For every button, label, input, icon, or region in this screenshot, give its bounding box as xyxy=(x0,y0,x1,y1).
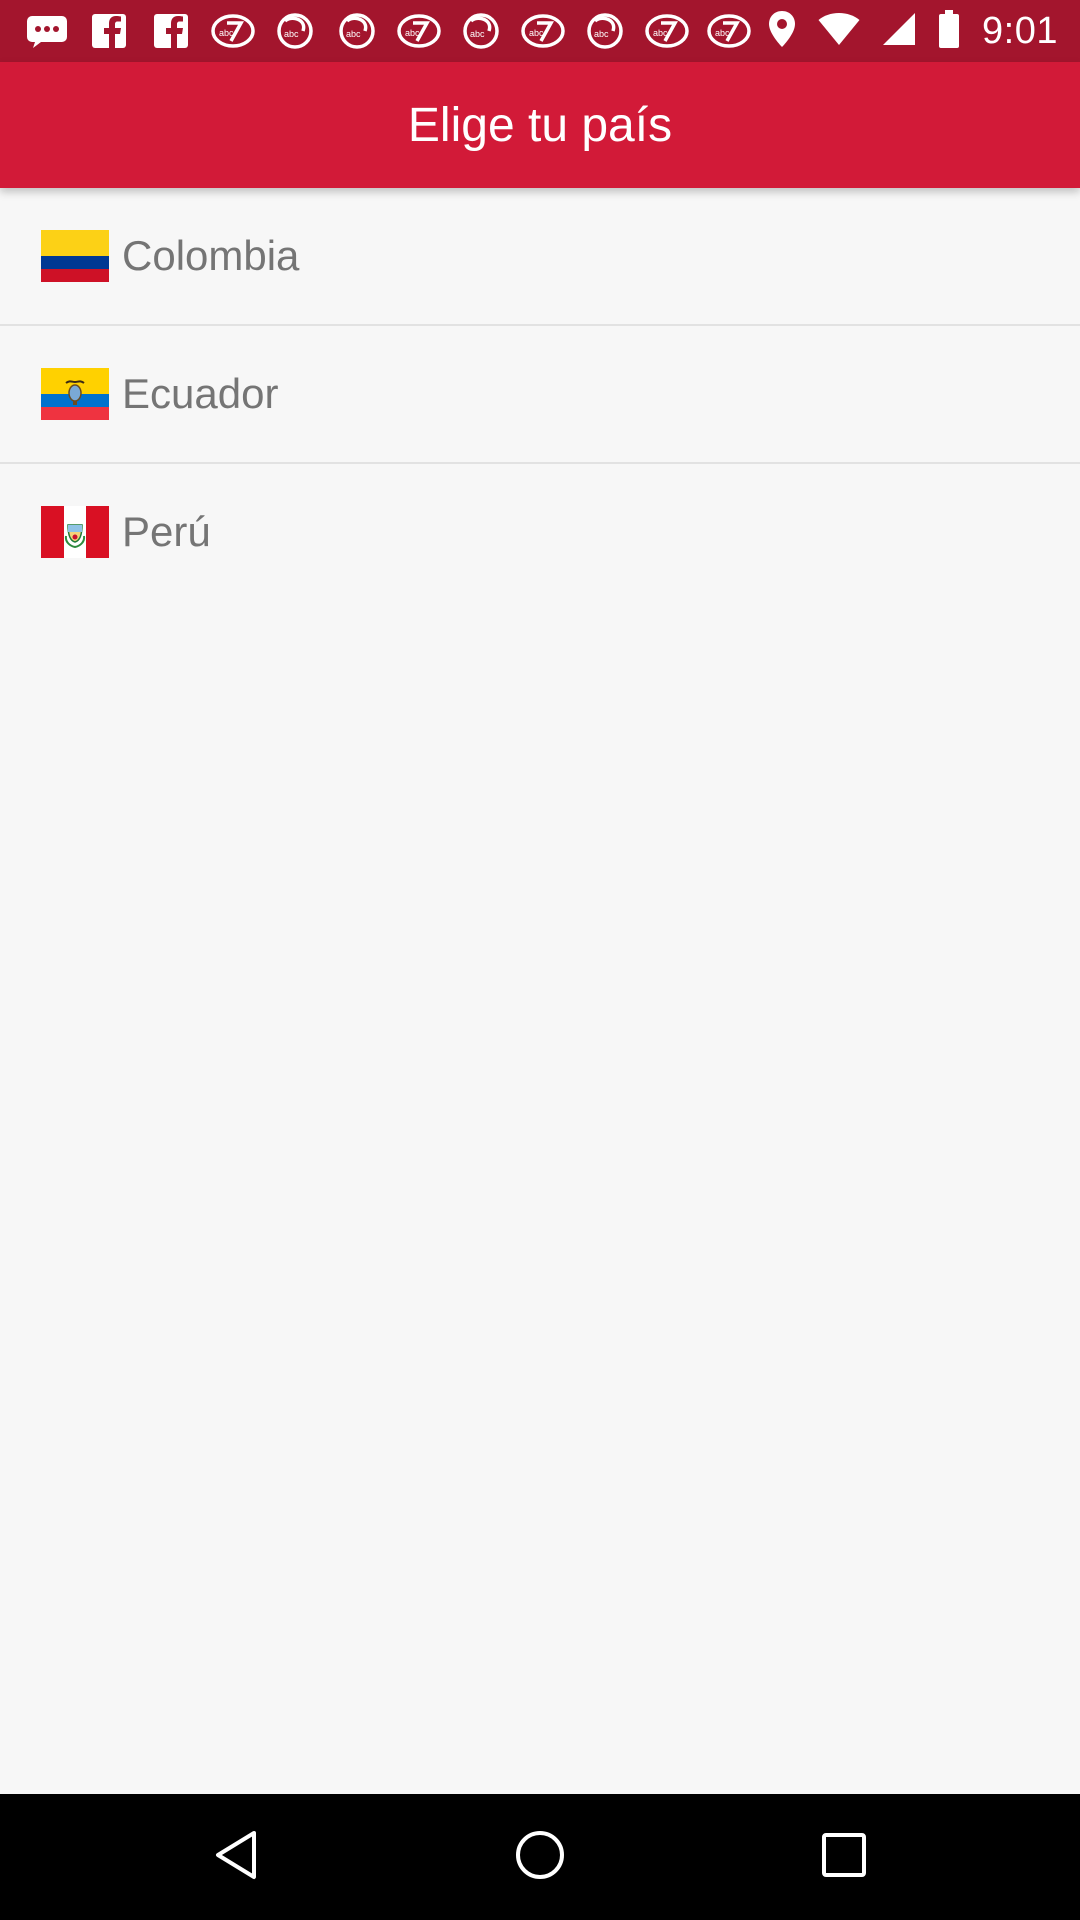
svg-text:abc: abc xyxy=(346,29,361,39)
abc7-icon: abc xyxy=(706,8,752,54)
notification-icons: abc abc abc abc abc abc abc abc abc xyxy=(24,0,752,62)
home-button[interactable] xyxy=(480,1794,600,1920)
recents-button[interactable] xyxy=(784,1794,904,1920)
peru-flag-icon xyxy=(41,506,109,558)
abc7-icon: abc xyxy=(582,8,628,54)
location-icon xyxy=(768,10,796,53)
back-button[interactable] xyxy=(176,1794,296,1920)
recents-icon xyxy=(821,1832,867,1883)
country-list: Colombia Ecuador Perú xyxy=(0,188,1080,600)
navigation-bar xyxy=(0,1794,1080,1920)
battery-icon xyxy=(938,9,960,53)
page-title: Elige tu país xyxy=(407,98,673,152)
back-icon xyxy=(212,1829,260,1886)
svg-text:abc: abc xyxy=(284,29,299,39)
status-bar: abc abc abc abc abc abc abc abc abc 9:01 xyxy=(0,0,1080,62)
abc7-icon: abc xyxy=(644,8,690,54)
clock: 9:01 xyxy=(982,9,1058,52)
country-name: Ecuador xyxy=(122,370,279,417)
facebook-icon xyxy=(86,8,132,54)
abc7-icon: abc xyxy=(396,8,442,54)
home-icon xyxy=(514,1829,566,1886)
facebook-icon xyxy=(148,8,194,54)
country-name: Colombia xyxy=(122,232,300,279)
system-icons: 9:01 xyxy=(768,0,1058,62)
abc7-icon: abc xyxy=(520,8,566,54)
signal-icon xyxy=(882,12,916,51)
abc7-icon: abc xyxy=(458,8,504,54)
svg-text:abc: abc xyxy=(470,29,485,39)
wifi-icon xyxy=(818,12,860,51)
country-item-peru[interactable]: Perú xyxy=(0,464,1080,600)
svg-text:abc: abc xyxy=(715,28,730,38)
country-name: Perú xyxy=(122,508,211,555)
abc7-icon: abc xyxy=(334,8,380,54)
messages-icon xyxy=(24,8,70,54)
svg-text:abc: abc xyxy=(594,29,609,39)
abc7-icon: abc xyxy=(210,8,256,54)
svg-text:abc: abc xyxy=(653,28,668,38)
country-item-colombia[interactable]: Colombia xyxy=(0,188,1080,326)
abc7-icon: abc xyxy=(272,8,318,54)
colombia-flag-icon xyxy=(41,230,109,282)
svg-text:abc: abc xyxy=(529,28,544,38)
ecuador-flag-icon xyxy=(41,368,109,420)
svg-text:abc: abc xyxy=(219,28,234,38)
country-item-ecuador[interactable]: Ecuador xyxy=(0,326,1080,464)
app-bar: Elige tu país xyxy=(0,62,1080,188)
svg-text:abc: abc xyxy=(405,28,420,38)
